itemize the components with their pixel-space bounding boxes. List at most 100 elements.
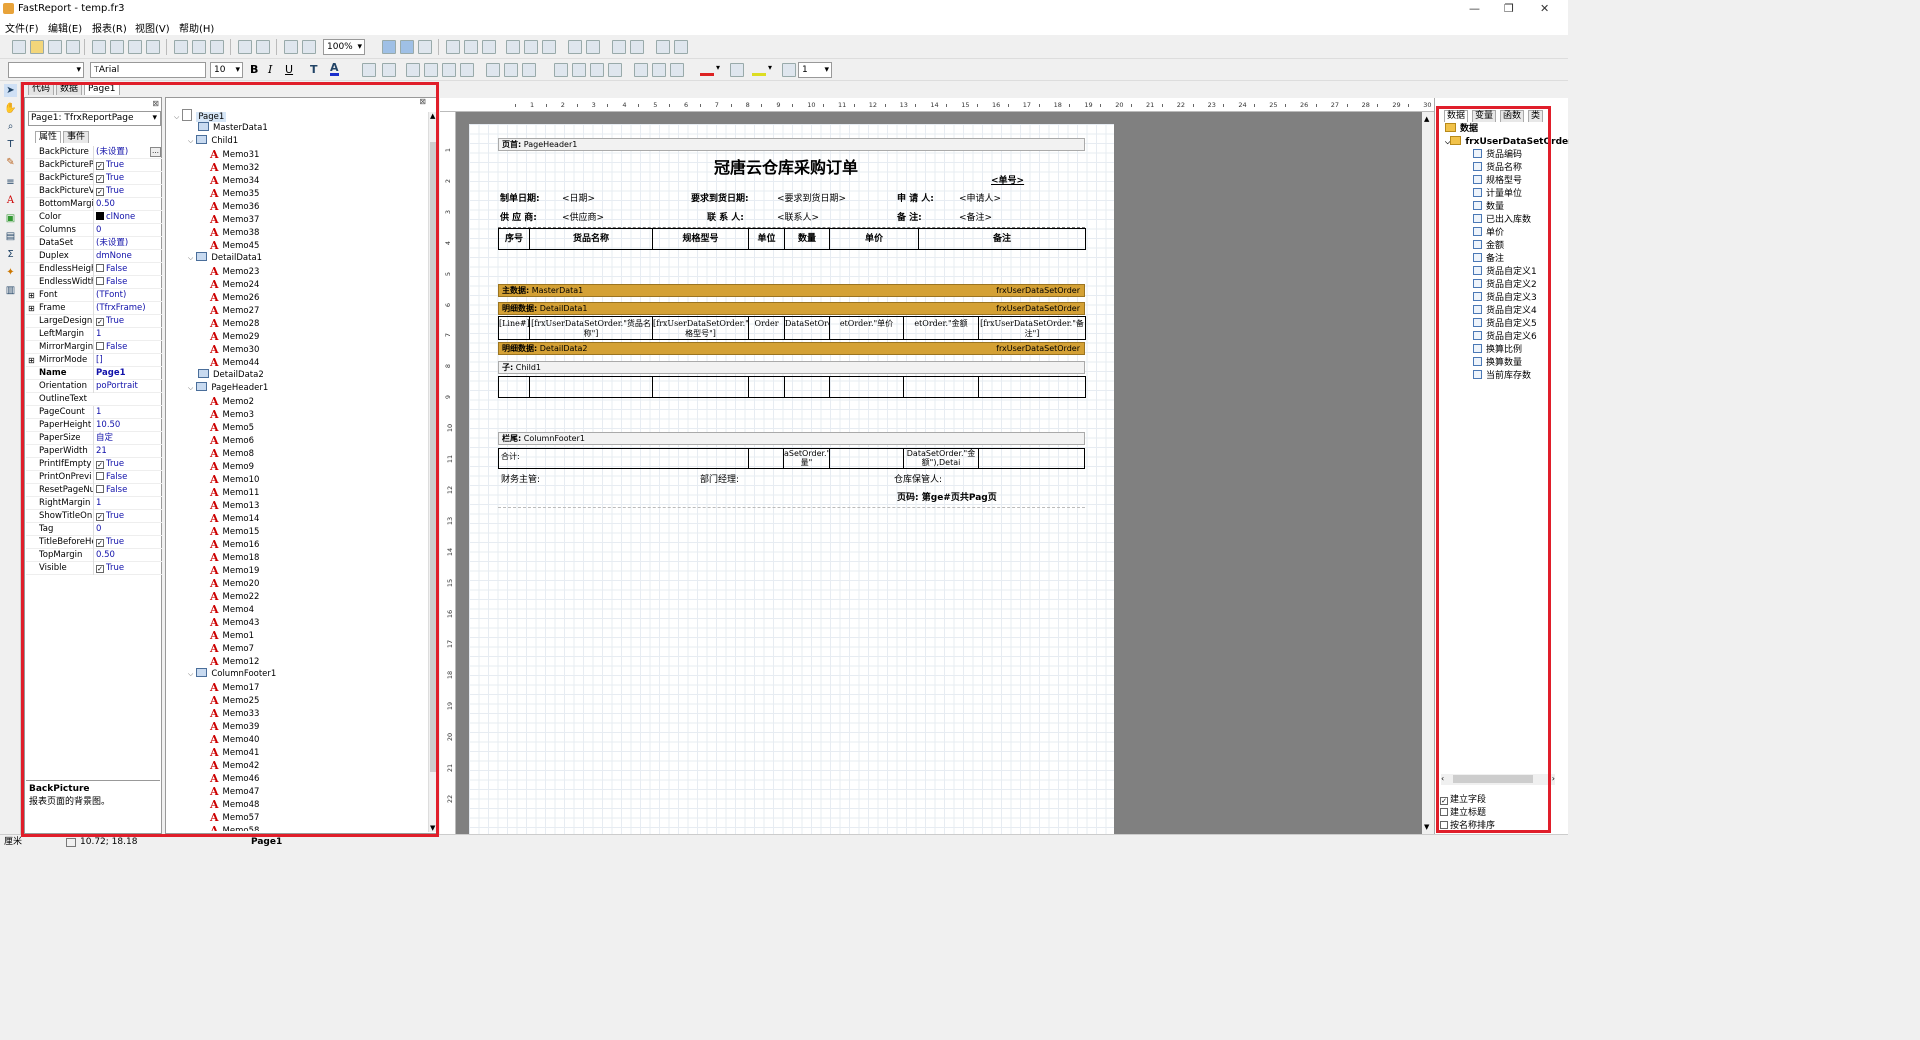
- system-text-icon[interactable]: Σ: [4, 248, 17, 261]
- detail-cell[interactable]: [frxUserDataSetOrder."规格型号"]: [652, 316, 749, 340]
- canvas-scrollbar[interactable]: ▲ ▼: [1422, 112, 1434, 834]
- chevron-down-icon[interactable]: ▾: [716, 63, 720, 72]
- delete-page-icon[interactable]: [128, 40, 142, 54]
- frame-left-icon[interactable]: [590, 63, 604, 77]
- label-applicant[interactable]: 申 请 人:: [897, 191, 934, 204]
- new-page-icon[interactable]: [92, 40, 106, 54]
- center-horizontal-icon[interactable]: [612, 40, 626, 54]
- frame-all-icon[interactable]: [634, 63, 648, 77]
- child-cell[interactable]: [529, 376, 653, 398]
- report-page[interactable]: 页首: PageHeader1 冠唐云仓库采购订单 <单号> 制单日期: <日期…: [469, 124, 1114, 834]
- bold-icon[interactable]: B: [250, 63, 258, 76]
- frame-top-icon[interactable]: [554, 63, 568, 77]
- font-settings-icon[interactable]: T: [310, 63, 318, 76]
- detail-cell[interactable]: [frxUserDataSetOrder."备注"]: [978, 316, 1086, 340]
- align-bottoms-icon[interactable]: [542, 40, 556, 54]
- frame-none-icon[interactable]: [652, 63, 666, 77]
- total-amount[interactable]: DataSetOrder."金额"),Detai: [903, 448, 979, 469]
- field-supplier[interactable]: <供应商>: [562, 210, 604, 223]
- chevron-up-icon[interactable]: ▲: [1424, 115, 1429, 123]
- detail-cell[interactable]: Order: [748, 316, 785, 340]
- new-icon[interactable]: [12, 40, 26, 54]
- table-header-cell[interactable]: 单位: [748, 228, 785, 250]
- child-cell[interactable]: [978, 376, 1086, 398]
- fill-color-icon[interactable]: [700, 62, 714, 76]
- copy-icon[interactable]: [192, 40, 206, 54]
- maximize-icon[interactable]: ❐: [1504, 2, 1514, 15]
- band-child[interactable]: 子: Child1: [498, 361, 1085, 374]
- field-order-date[interactable]: <日期>: [562, 191, 595, 204]
- sign-manager[interactable]: 部门经理:: [700, 472, 739, 485]
- detail-cell[interactable]: [frxUserDataSetOrder."货品名称"]: [529, 316, 653, 340]
- menu-report[interactable]: 报表(R): [92, 20, 127, 35]
- same-height-icon[interactable]: [674, 40, 688, 54]
- total-qty[interactable]: aSetOrder."数量": [783, 448, 830, 469]
- table-header-cell[interactable]: 数量: [784, 228, 830, 250]
- band-detaildata2[interactable]: 明细数据: DetailData2 frxUserDataSetOrder: [498, 342, 1085, 355]
- more-objects-icon[interactable]: ✦: [4, 266, 17, 279]
- text-align-bottom-icon[interactable]: [522, 63, 536, 77]
- menu-edit[interactable]: 编辑(E): [48, 20, 82, 35]
- preview-icon[interactable]: [66, 40, 80, 54]
- text-justify-icon[interactable]: [460, 63, 474, 77]
- select-tool-icon[interactable]: ➤: [4, 84, 17, 97]
- minimize-icon[interactable]: —: [1469, 2, 1480, 15]
- text-align-right-icon[interactable]: [442, 63, 456, 77]
- zoom-select[interactable]: 100% ▾: [323, 39, 365, 55]
- chevron-down-icon[interactable]: ▾: [768, 63, 772, 72]
- table-header-cell[interactable]: 序号: [498, 228, 530, 250]
- total-cell-unit[interactable]: [748, 448, 784, 469]
- table-header-cell[interactable]: 单价: [829, 228, 919, 250]
- cut-icon[interactable]: [174, 40, 188, 54]
- underline-icon[interactable]: U: [285, 63, 293, 76]
- ungroup-icon[interactable]: [302, 40, 316, 54]
- detail-cell[interactable]: [Line#]: [498, 316, 530, 340]
- label-required-date[interactable]: 要求到货日期:: [691, 191, 749, 204]
- table-header-cell[interactable]: 备注: [918, 228, 1086, 250]
- space-horizontal-icon[interactable]: [568, 40, 582, 54]
- group-icon[interactable]: [284, 40, 298, 54]
- field-required-date[interactable]: <要求到货日期>: [777, 191, 846, 204]
- field-contact[interactable]: <联系人>: [777, 210, 819, 223]
- field-applicant[interactable]: <申请人>: [959, 191, 1001, 204]
- label-remark[interactable]: 备 注:: [897, 210, 922, 223]
- align-middles-icon[interactable]: [524, 40, 538, 54]
- fit-grid-icon[interactable]: [418, 40, 432, 54]
- new-dialog-icon[interactable]: [110, 40, 124, 54]
- subreport-object-icon[interactable]: ▤: [4, 230, 17, 243]
- same-width-icon[interactable]: [656, 40, 670, 54]
- text-align-left-icon[interactable]: [406, 63, 420, 77]
- menu-file[interactable]: 文件(F): [5, 20, 39, 35]
- shadow-icon[interactable]: [670, 63, 684, 77]
- hand-tool-icon[interactable]: ✋: [4, 102, 17, 115]
- text-edit-tool-icon[interactable]: T: [4, 138, 17, 151]
- close-icon[interactable]: ✕: [1540, 2, 1549, 15]
- page-number[interactable]: 页码: 第ge#页共Pag页: [897, 490, 997, 503]
- picture-object-icon[interactable]: ▣: [4, 212, 17, 225]
- redo-icon[interactable]: [256, 40, 270, 54]
- page-settings-icon[interactable]: [146, 40, 160, 54]
- child-cell[interactable]: [829, 376, 904, 398]
- fill-editor-icon[interactable]: [730, 63, 744, 77]
- highlight-icon[interactable]: [362, 63, 376, 77]
- frame-color-icon[interactable]: [752, 62, 766, 76]
- align-right-edges-icon[interactable]: [482, 40, 496, 54]
- barcode-object-icon[interactable]: ▥: [4, 284, 17, 297]
- text-align-middle-icon[interactable]: [504, 63, 518, 77]
- save-icon[interactable]: [48, 40, 62, 54]
- space-vertical-icon[interactable]: [586, 40, 600, 54]
- field-remark[interactable]: <备注>: [959, 210, 992, 223]
- sign-finance[interactable]: 财务主管:: [501, 472, 540, 485]
- label-contact[interactable]: 联 系 人:: [707, 210, 744, 223]
- band-masterdata[interactable]: 主数据: MasterData1 frxUserDataSetOrder: [498, 284, 1085, 297]
- band-pageheader[interactable]: 页首: PageHeader1: [498, 138, 1085, 151]
- band-detaildata1[interactable]: 明细数据: DetailData1 frxUserDataSetOrder: [498, 302, 1085, 315]
- center-vertical-icon[interactable]: [630, 40, 644, 54]
- table-header-cell[interactable]: 规格型号: [652, 228, 749, 250]
- table-header-cell[interactable]: 货品名称: [529, 228, 653, 250]
- report-title[interactable]: 冠唐云仓库采购订单: [714, 154, 858, 178]
- align-to-grid-icon[interactable]: [400, 40, 414, 54]
- frame-width-select[interactable]: 1 ▾: [798, 62, 832, 78]
- zoom-tool-icon[interactable]: ⌕: [4, 120, 17, 133]
- show-grid-icon[interactable]: [382, 40, 396, 54]
